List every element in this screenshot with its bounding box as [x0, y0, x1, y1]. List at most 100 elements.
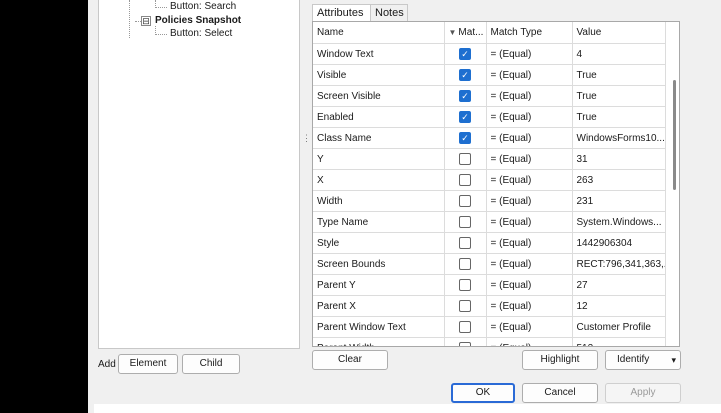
- attribute-value[interactable]: 263: [572, 169, 666, 191]
- match-checkbox[interactable]: [459, 153, 471, 165]
- match-cell: ✓: [444, 85, 487, 107]
- match-cell: [444, 211, 487, 233]
- attribute-value[interactable]: 31: [572, 148, 666, 170]
- add-child-button[interactable]: Child: [182, 354, 240, 374]
- match-type-cell[interactable]: = (Equal): [486, 169, 573, 191]
- tree-line: [155, 34, 167, 35]
- attributes-table: Name ▼ Mat... Match Type Value Window Tex…: [313, 22, 666, 346]
- match-cell: [444, 274, 487, 296]
- table-row[interactable]: X = (Equal) 263: [313, 169, 666, 191]
- attribute-value[interactable]: 4: [572, 43, 666, 65]
- column-header-match-type[interactable]: Match Type: [486, 22, 573, 44]
- attribute-name: Screen Bounds: [313, 253, 445, 275]
- match-checkbox[interactable]: ✓: [459, 111, 471, 123]
- match-type-cell[interactable]: = (Equal): [486, 190, 573, 212]
- tree-item-button-search[interactable]: Button: Search: [170, 1, 236, 12]
- ok-button[interactable]: OK: [451, 383, 515, 403]
- table-row[interactable]: Style = (Equal) 1442906304: [313, 232, 666, 254]
- match-type-cell[interactable]: = (Equal): [486, 127, 573, 149]
- column-header-name[interactable]: Name: [313, 22, 445, 44]
- match-checkbox[interactable]: [459, 237, 471, 249]
- table-row[interactable]: Type Name = (Equal) System.Windows...: [313, 211, 666, 233]
- match-type-cell[interactable]: = (Equal): [486, 64, 573, 86]
- match-type-cell[interactable]: = (Equal): [486, 253, 573, 275]
- table-row[interactable]: Y = (Equal) 31: [313, 148, 666, 170]
- attribute-value[interactable]: RECT:796,341,363,...: [572, 253, 666, 275]
- clear-button[interactable]: Clear: [312, 350, 388, 370]
- match-type-cell[interactable]: = (Equal): [486, 295, 573, 317]
- attribute-value[interactable]: True: [572, 106, 666, 128]
- attribute-value[interactable]: True: [572, 64, 666, 86]
- tree-item-policies-snapshot[interactable]: Policies Snapshot: [155, 15, 241, 26]
- match-type-cell[interactable]: = (Equal): [486, 232, 573, 254]
- attribute-value[interactable]: WindowsForms10...: [572, 127, 666, 149]
- match-cell: [444, 169, 487, 191]
- match-type-cell[interactable]: = (Equal): [486, 211, 573, 233]
- sort-down-icon: ▼: [448, 28, 457, 37]
- highlight-button[interactable]: Highlight: [522, 350, 598, 370]
- attribute-value[interactable]: System.Windows...: [572, 211, 666, 233]
- tree-item-button-select[interactable]: Button: Select: [170, 28, 232, 39]
- attribute-value[interactable]: 1442906304: [572, 232, 666, 254]
- table-row[interactable]: Window Text ✓ = (Equal) 4: [313, 43, 666, 65]
- splitter-grip-icon[interactable]: ⋮: [302, 134, 311, 155]
- match-checkbox[interactable]: [459, 300, 471, 312]
- match-checkbox[interactable]: ✓: [459, 90, 471, 102]
- attribute-value[interactable]: 512: [572, 337, 666, 346]
- table-row[interactable]: Parent Width = (Equal)512: [313, 337, 666, 346]
- vertical-scrollbar[interactable]: [673, 44, 677, 344]
- attribute-name: Style: [313, 232, 445, 254]
- match-checkbox[interactable]: ✓: [459, 48, 471, 60]
- attribute-name: Enabled: [313, 106, 445, 128]
- collapse-icon[interactable]: ⊟: [141, 16, 151, 26]
- table-row[interactable]: Enabled ✓ = (Equal) True: [313, 106, 666, 128]
- match-type-cell[interactable]: = (Equal): [486, 43, 573, 65]
- match-checkbox[interactable]: [459, 342, 471, 346]
- match-type-cell[interactable]: = (Equal): [486, 106, 573, 128]
- match-checkbox[interactable]: [459, 216, 471, 228]
- attribute-value[interactable]: Customer Profile: [572, 316, 666, 338]
- attribute-name: Parent Width: [313, 337, 445, 346]
- table-row[interactable]: Visible ✓ = (Equal) True: [313, 64, 666, 86]
- column-header-match[interactable]: ▼ Mat...: [444, 22, 487, 44]
- attributes-grid[interactable]: Name ▼ Mat... Match Type Value Window Tex…: [312, 21, 680, 347]
- tab-notes[interactable]: Notes: [370, 4, 408, 22]
- column-header-value[interactable]: Value: [572, 22, 666, 44]
- attribute-value[interactable]: True: [572, 85, 666, 107]
- match-checkbox[interactable]: ✓: [459, 132, 471, 144]
- match-checkbox[interactable]: [459, 321, 471, 333]
- attribute-name: Parent Y: [313, 274, 445, 296]
- match-type-cell[interactable]: = (Equal): [486, 85, 573, 107]
- table-row[interactable]: Width = (Equal) 231: [313, 190, 666, 212]
- chevron-down-icon[interactable]: ▾: [671, 351, 676, 369]
- cancel-button[interactable]: Cancel: [522, 383, 598, 403]
- identify-button[interactable]: Identify ▾: [605, 350, 681, 370]
- apply-button[interactable]: Apply: [605, 383, 681, 403]
- match-type-cell[interactable]: = (Equal): [486, 274, 573, 296]
- table-row[interactable]: Parent X = (Equal) 12: [313, 295, 666, 317]
- match-checkbox[interactable]: ✓: [459, 69, 471, 81]
- scrollbar-thumb[interactable]: [673, 80, 676, 190]
- attribute-value[interactable]: 27: [572, 274, 666, 296]
- match-type-cell[interactable]: = (Equal): [486, 148, 573, 170]
- add-element-button[interactable]: Element: [118, 354, 178, 374]
- attribute-value[interactable]: 231: [572, 190, 666, 212]
- table-row[interactable]: Parent Y = (Equal) 27: [313, 274, 666, 296]
- match-checkbox[interactable]: [459, 174, 471, 186]
- match-type-cell[interactable]: = (Equal): [486, 337, 573, 346]
- attribute-name: Parent Window Text: [313, 316, 445, 338]
- object-tree[interactable]: Button: Search ⊟ Policies Snapshot Butto…: [98, 0, 300, 349]
- bottom-edge: [94, 404, 721, 413]
- table-row[interactable]: Parent Window Text = (Equal) Customer Prof…: [313, 316, 666, 338]
- attribute-value[interactable]: 12: [572, 295, 666, 317]
- match-checkbox[interactable]: [459, 258, 471, 270]
- match-cell: ✓: [444, 43, 487, 65]
- attribute-name: Parent X: [313, 295, 445, 317]
- match-checkbox[interactable]: [459, 195, 471, 207]
- match-type-cell[interactable]: = (Equal): [486, 316, 573, 338]
- match-cell: ✓: [444, 64, 487, 86]
- table-row[interactable]: Screen Bounds = (Equal) RECT:796,341,363,.…: [313, 253, 666, 275]
- table-row[interactable]: Screen Visible ✓ = (Equal) True: [313, 85, 666, 107]
- table-row[interactable]: Class Name ✓ = (Equal) WindowsForms10...: [313, 127, 666, 149]
- match-checkbox[interactable]: [459, 279, 471, 291]
